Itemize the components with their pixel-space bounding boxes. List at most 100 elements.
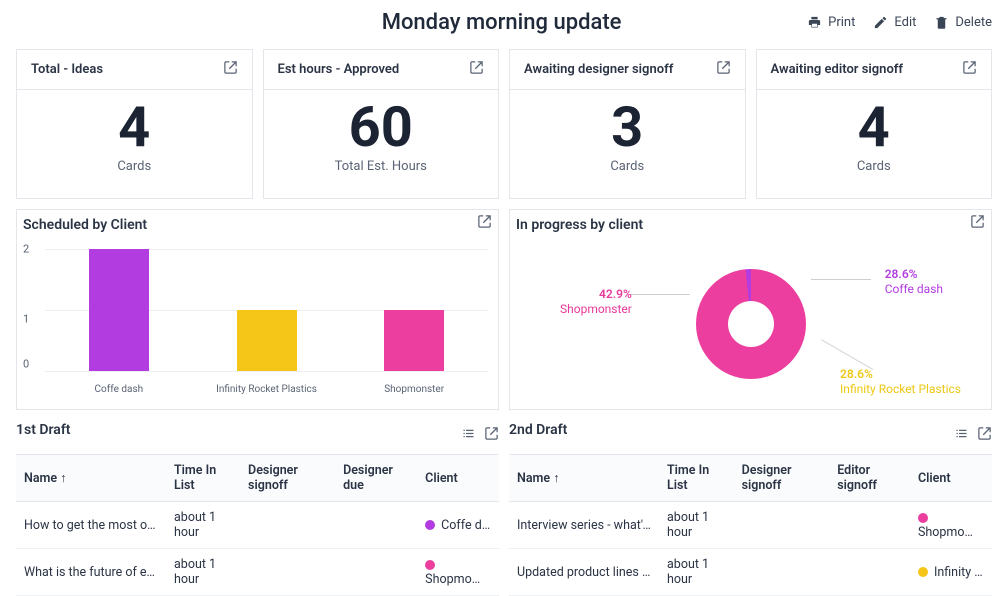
summary-row: Total - Ideas 4 Cards Est hours - Approv… [16, 49, 992, 199]
cell-client: Infinity … [910, 549, 992, 596]
client-color-dot [425, 560, 435, 570]
list-view-icon[interactable] [461, 426, 476, 445]
table-card-draft2: 2nd Draft NameTime In ListDesigner signo… [509, 422, 992, 596]
cell-name: Interview series - what's… [509, 502, 659, 549]
column-header[interactable]: Editor signoff [829, 455, 910, 502]
summary-card-ideas: Total - Ideas 4 Cards [16, 49, 253, 199]
trash-icon [934, 15, 949, 30]
table-row[interactable]: How to get the most ou…about 1 hour Coffe… [16, 502, 499, 549]
list-view-icon[interactable] [954, 426, 969, 445]
bar-category-label: Infinity Rocket Plastics [193, 380, 341, 395]
column-header[interactable]: Time In List [166, 455, 240, 502]
cell-name: Updated product lines 2… [509, 549, 659, 596]
cell-time: about 1 hour [166, 549, 240, 596]
open-external-icon[interactable] [475, 210, 494, 233]
client-color-dot [918, 567, 928, 577]
edit-label: Edit [894, 15, 916, 30]
cell-designer_signoff [734, 502, 830, 549]
chart-card-bar: Scheduled by Client 0 1 2 Coffe dashInfi… [16, 209, 499, 410]
card-label: Cards [771, 159, 978, 174]
cell-designer_due [335, 502, 417, 549]
card-title: Awaiting editor signoff [771, 62, 904, 77]
card-value: 4 [771, 98, 978, 157]
card-value: 60 [278, 98, 485, 157]
page-title: Monday morning update [196, 10, 807, 35]
summary-card-editor-signoff: Awaiting editor signoff 4 Cards [756, 49, 993, 199]
print-button[interactable]: Print [807, 15, 855, 30]
bar-coffe-dash [89, 249, 149, 371]
section-title: 2nd Draft [509, 422, 567, 448]
ytick-2: 2 [23, 243, 29, 256]
bar-infinity-rocket-plastics [237, 310, 297, 371]
section-title: Scheduled by Client [21, 211, 149, 233]
table-card-draft1: 1st Draft NameTime In ListDesigner signo… [16, 422, 499, 596]
card-value: 3 [524, 98, 731, 157]
open-external-icon[interactable] [484, 426, 499, 445]
column-header[interactable]: Name [16, 455, 166, 502]
table-row[interactable]: Updated product lines 2…about 1 hour Infi… [509, 549, 992, 596]
donut-label-shopmonster: 42.9% Shopmonster [560, 287, 632, 317]
column-header[interactable]: Designer due [335, 455, 417, 502]
card-title: Total - Ideas [31, 62, 103, 77]
header-actions: Print Edit Delete [807, 15, 992, 30]
card-label: Total Est. Hours [278, 159, 485, 174]
delete-label: Delete [955, 15, 992, 30]
cell-designer_signoff [734, 549, 830, 596]
ytick-0: 0 [23, 358, 29, 371]
cell-designer_due [335, 549, 417, 596]
open-external-icon[interactable] [962, 60, 977, 79]
open-external-icon[interactable] [469, 60, 484, 79]
open-external-icon[interactable] [977, 426, 992, 445]
open-external-icon[interactable] [223, 60, 238, 79]
cell-name: How to get the most ou… [16, 502, 166, 549]
column-header[interactable]: Designer signoff [734, 455, 830, 502]
cell-time: about 1 hour [166, 502, 240, 549]
chart-row: Scheduled by Client 0 1 2 Coffe dashInfi… [16, 209, 992, 410]
summary-card-designer-signoff: Awaiting designer signoff 3 Cards [509, 49, 746, 199]
table-row[interactable]: Interview series - what's…about 1 hourSh… [509, 502, 992, 549]
column-header[interactable]: Name [509, 455, 659, 502]
bar-category-label: Shopmonster [340, 380, 488, 395]
cell-designer_signoff [240, 549, 335, 596]
donut-chart: 42.9% Shopmonster 28.6% Coffe dash 28.6%… [510, 239, 991, 409]
bar-chart: 0 1 2 Coffe dashInfinity Rocket Plastics… [17, 239, 498, 399]
summary-card-est-hours: Est hours - Approved 60 Total Est. Hours [263, 49, 500, 199]
cell-designer_signoff [240, 502, 335, 549]
bar-category-label: Coffe dash [45, 380, 193, 395]
cell-client: Coffe d… [417, 502, 499, 549]
section-title: 1st Draft [16, 422, 71, 448]
card-label: Cards [31, 159, 238, 174]
cell-time: about 1 hour [659, 502, 734, 549]
page-header: Monday morning update Print Edit Delete [16, 6, 992, 35]
print-label: Print [828, 15, 855, 30]
cell-name: What is the future of eC… [16, 549, 166, 596]
column-header[interactable]: Time In List [659, 455, 734, 502]
open-external-icon[interactable] [968, 210, 987, 233]
open-external-icon[interactable] [716, 60, 731, 79]
edit-button[interactable]: Edit [873, 15, 916, 30]
card-label: Cards [524, 159, 731, 174]
bar-shopmonster [384, 310, 444, 371]
client-color-dot [918, 513, 928, 523]
cell-time: about 1 hour [659, 549, 734, 596]
client-color-dot [425, 520, 435, 530]
card-value: 4 [31, 98, 238, 157]
pencil-icon [873, 15, 888, 30]
ytick-1: 1 [23, 313, 29, 326]
donut-label-coffe-dash: 28.6% Coffe dash [885, 267, 943, 297]
cell-editor_signoff [829, 549, 910, 596]
card-title: Est hours - Approved [278, 62, 400, 77]
tables-row: 1st Draft NameTime In ListDesigner signo… [16, 422, 992, 596]
column-header[interactable]: Designer signoff [240, 455, 335, 502]
delete-button[interactable]: Delete [934, 15, 992, 30]
table-row[interactable]: What is the future of eC…about 1 hour Sho… [16, 549, 499, 596]
card-title: Awaiting designer signoff [524, 62, 673, 77]
cell-client: Shopmo… [417, 549, 499, 596]
column-header[interactable]: Client [910, 455, 992, 502]
cell-editor_signoff [829, 502, 910, 549]
column-header[interactable]: Client [417, 455, 499, 502]
donut-label-infinity: 28.6% Infinity Rocket Plastics [840, 367, 961, 397]
print-icon [807, 15, 822, 30]
section-title: In progress by client [514, 211, 645, 233]
chart-card-donut: In progress by client 42.9% Shopmonster … [509, 209, 992, 410]
